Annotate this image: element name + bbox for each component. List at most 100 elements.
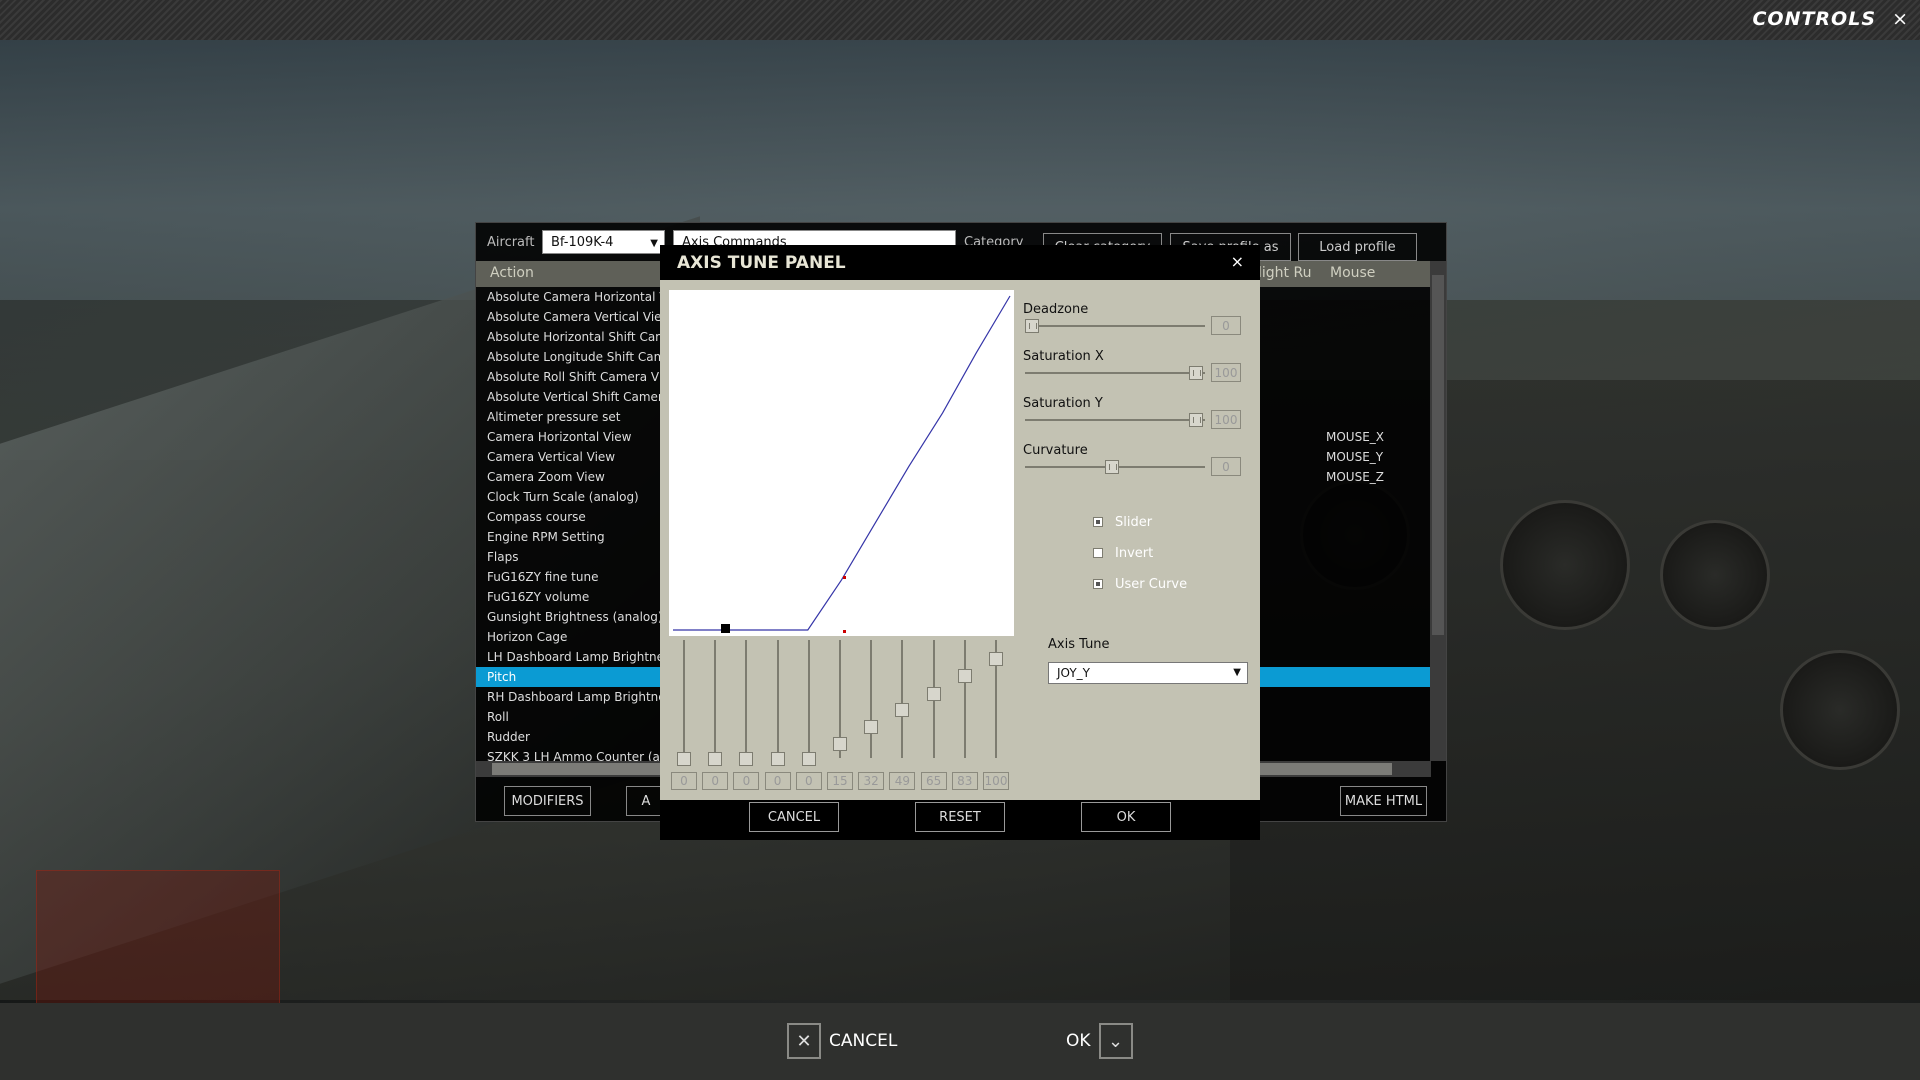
- action-name: Absolute Roll Shift Camera View: [487, 370, 680, 384]
- curve-point-slider[interactable]: 83: [950, 640, 980, 790]
- slider-knob[interactable]: [833, 737, 847, 751]
- reset-button[interactable]: RESET: [915, 802, 1005, 832]
- slider-knob[interactable]: [739, 752, 754, 766]
- make-html-button[interactable]: MAKE HTML: [1340, 786, 1427, 816]
- action-name: Compass course: [487, 510, 586, 524]
- slider-track[interactable]: [870, 640, 873, 758]
- curve-point-value[interactable]: 0: [764, 772, 791, 790]
- action-name: Camera Horizontal View: [487, 430, 632, 444]
- curve-point-slider[interactable]: 0: [731, 640, 761, 790]
- curvature-knob[interactable]: [1105, 460, 1119, 474]
- ok-button[interactable]: OK: [1081, 802, 1171, 832]
- curve-point-slider[interactable]: 15: [825, 640, 855, 790]
- axis-tune-select[interactable]: JOY_Y ▼: [1048, 662, 1248, 684]
- slider-track[interactable]: [807, 640, 810, 758]
- background-gauge: [1660, 520, 1770, 630]
- invert-checkbox-row[interactable]: Invert: [1093, 544, 1153, 562]
- curve-point-value[interactable]: 32: [858, 772, 885, 790]
- action-name: Clock Turn Scale (analog): [487, 490, 639, 504]
- close-icon[interactable]: ×: [1231, 252, 1244, 271]
- slider-track[interactable]: [963, 640, 966, 758]
- modifiers-button[interactable]: MODIFIERS: [504, 786, 591, 816]
- curvature-label: Curvature: [1023, 443, 1088, 458]
- load-profile-button[interactable]: Load profile: [1298, 233, 1417, 261]
- slider-track[interactable]: [745, 640, 748, 758]
- close-icon[interactable]: ×: [1892, 8, 1908, 30]
- footer-cancel-button[interactable]: ✕ CANCEL: [787, 1023, 897, 1059]
- curve-point-slider[interactable]: 65: [919, 640, 949, 790]
- curve-marker: [843, 630, 846, 633]
- slider-knob[interactable]: [926, 687, 941, 701]
- saturation-x-track[interactable]: [1025, 372, 1205, 374]
- curve-point-value[interactable]: 0: [795, 772, 822, 790]
- slider-knob[interactable]: [708, 752, 723, 766]
- mouse-binding: MOUSE_Y: [1326, 450, 1384, 464]
- invert-checkbox[interactable]: [1093, 548, 1103, 558]
- curve-handle[interactable]: [721, 624, 730, 633]
- column-mouse: Mouse: [1330, 265, 1376, 281]
- curve-point-value[interactable]: 65: [920, 772, 947, 790]
- curve-point-value[interactable]: 49: [889, 772, 916, 790]
- slider-knob[interactable]: [677, 752, 691, 766]
- axis-tune-value: JOY_Y: [1057, 666, 1090, 680]
- deadzone-knob[interactable]: [1025, 319, 1039, 333]
- slider-track[interactable]: [714, 640, 717, 758]
- slider-knob[interactable]: [864, 720, 879, 734]
- close-icon: ✕: [787, 1023, 821, 1059]
- saturation-x-label: Saturation X: [1023, 349, 1104, 364]
- saturation-y-track[interactable]: [1025, 419, 1205, 421]
- curvature-value[interactable]: 0: [1211, 457, 1241, 476]
- slider-checkbox-row[interactable]: Slider: [1093, 513, 1152, 531]
- aircraft-select[interactable]: Bf-109K-4 ▼: [542, 230, 665, 254]
- slider-knob[interactable]: [801, 752, 816, 766]
- curve-point-slider[interactable]: 0: [669, 640, 699, 790]
- action-name: Pitch: [487, 670, 517, 684]
- slider-knob[interactable]: [989, 652, 1003, 666]
- saturation-y-knob[interactable]: [1189, 413, 1203, 427]
- axis-tune-label: Axis Tune: [1048, 637, 1110, 652]
- curve-point-value[interactable]: 15: [827, 772, 853, 790]
- saturation-x-knob[interactable]: [1189, 366, 1203, 380]
- action-name: LH Dashboard Lamp Brightness: [487, 650, 677, 664]
- slider-track[interactable]: [901, 640, 904, 758]
- curve-point-slider[interactable]: 0: [794, 640, 824, 790]
- cancel-button[interactable]: CANCEL: [749, 802, 839, 832]
- curve-point-value[interactable]: 0: [733, 772, 760, 790]
- action-name: Camera Vertical View: [487, 450, 616, 464]
- footer-ok-button[interactable]: OK ⌄: [1066, 1023, 1133, 1059]
- curve-point-value[interactable]: 0: [671, 772, 697, 790]
- footer-ok-label: OK: [1066, 1031, 1091, 1051]
- curve-point-slider[interactable]: 0: [700, 640, 730, 790]
- curve-svg: [673, 295, 1011, 633]
- user-curve-checkbox[interactable]: [1093, 579, 1103, 589]
- slider-knob[interactable]: [895, 703, 910, 717]
- deadzone-track[interactable]: [1025, 325, 1205, 327]
- footer-cancel-label: CANCEL: [829, 1031, 898, 1051]
- curve-point-value[interactable]: 83: [951, 772, 978, 790]
- action-name: Absolute Camera Vertical View: [487, 310, 672, 324]
- curve-point-slider[interactable]: 0: [763, 640, 793, 790]
- slider-checkbox-label: Slider: [1115, 514, 1153, 530]
- scrollbar-thumb[interactable]: [1432, 275, 1444, 635]
- chevron-down-icon: ▼: [1233, 667, 1241, 678]
- saturation-x-value[interactable]: 100: [1211, 363, 1241, 382]
- curve-point-value[interactable]: 100: [983, 772, 1009, 790]
- curve-point-value[interactable]: 0: [702, 772, 729, 790]
- curve-point-slider[interactable]: 100: [981, 640, 1011, 790]
- action-name: RH Dashboard Lamp Brightness: [487, 690, 679, 704]
- slider-track[interactable]: [683, 640, 685, 758]
- curve-graph[interactable]: [669, 290, 1014, 636]
- saturation-y-value[interactable]: 100: [1211, 410, 1241, 429]
- vertical-scrollbar[interactable]: [1430, 261, 1446, 761]
- user-curve-checkbox-row[interactable]: User Curve: [1093, 575, 1187, 593]
- slider-knob[interactable]: [957, 669, 972, 683]
- deadzone-value[interactable]: 0: [1211, 316, 1241, 335]
- curve-marker: [843, 576, 846, 579]
- slider-track[interactable]: [776, 640, 779, 758]
- curve-point-slider[interactable]: 32: [856, 640, 886, 790]
- curve-point-sliders: 0 0 0 0 0 15 32 49 65 83 100: [669, 640, 1014, 790]
- curve-point-slider[interactable]: 49: [887, 640, 917, 790]
- slider-knob[interactable]: [770, 752, 785, 766]
- slider-checkbox[interactable]: [1093, 517, 1103, 527]
- panel-body: 0 0 0 0 0 15 32 49 65 83 100 Deadzone 0 Saturation…: [660, 280, 1260, 800]
